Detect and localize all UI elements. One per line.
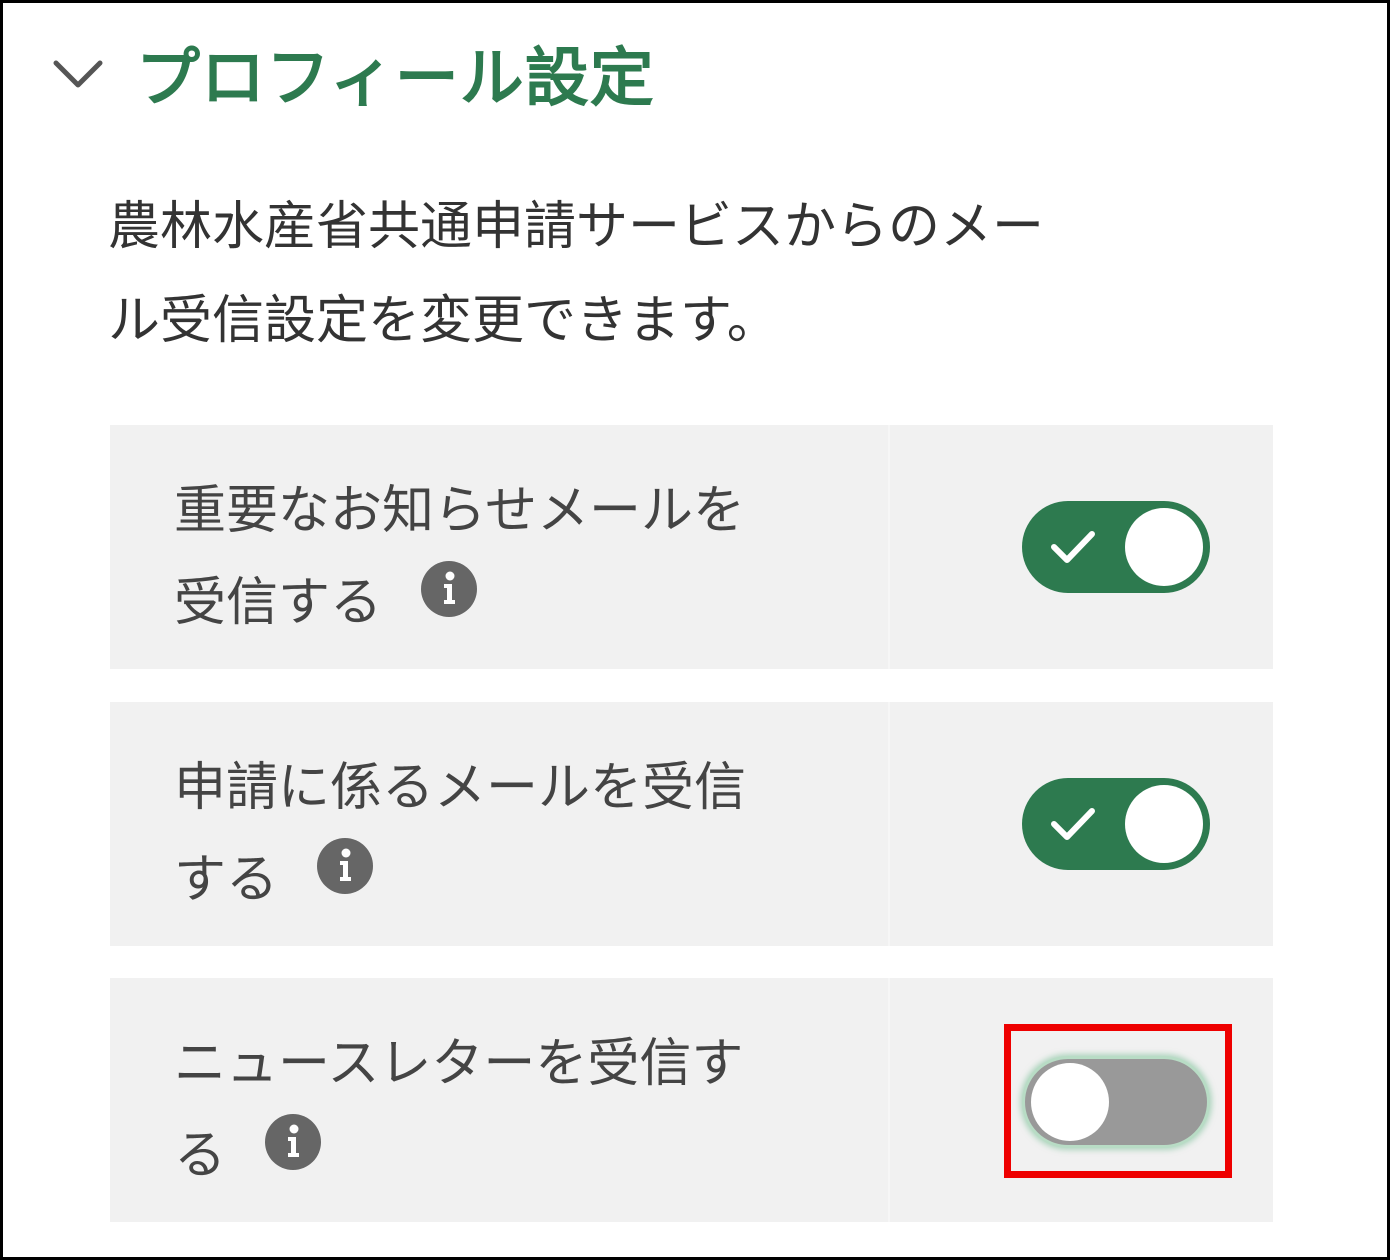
setting-label: ニュースレターを受信す (174, 1034, 744, 1094)
setting-label-line2: する (174, 850, 279, 910)
toggle-knob (1125, 508, 1203, 586)
info-icon[interactable] (316, 832, 374, 924)
info-icon[interactable] (420, 555, 478, 647)
section-title: プロフィール設定 (136, 42, 655, 116)
chevron-down-icon[interactable] (48, 43, 108, 103)
check-icon (1051, 808, 1095, 840)
info-icon[interactable] (264, 1108, 322, 1200)
setting-toggle-cell (890, 978, 1273, 1222)
toggle-knob (1031, 1063, 1109, 1141)
setting-label-cell: 重要なお知らせメールを 受信する (110, 425, 890, 669)
description-line: ル受信設定を変更できます。 (108, 291, 779, 351)
setting-label-line2: る (174, 1126, 227, 1186)
application-mail-toggle[interactable] (1022, 778, 1210, 870)
setting-row-application-mail: 申請に係るメールを受信 する (110, 702, 1273, 946)
setting-label-cell: 申請に係るメールを受信 する (110, 702, 890, 946)
setting-label-line2: 受信する (174, 573, 383, 633)
setting-row-newsletter: ニュースレターを受信す る (110, 978, 1273, 1222)
section-description: 農林水産省共通申請サービスからのメー ル受信設定を変更できます。 (108, 180, 1258, 368)
newsletter-toggle[interactable] (1022, 1056, 1210, 1148)
setting-label: 重要なお知らせメールを (174, 481, 745, 541)
section-header[interactable]: プロフィール設定 (48, 28, 655, 118)
check-icon (1051, 531, 1095, 563)
setting-toggle-cell (890, 702, 1273, 946)
setting-label-cell: ニュースレターを受信す る (110, 978, 890, 1222)
setting-label: 申請に係るメールを受信 (174, 758, 747, 818)
description-line: 農林水産省共通申請サービスからのメー (108, 197, 1045, 257)
important-notices-toggle[interactable] (1022, 501, 1210, 593)
setting-toggle-cell (890, 425, 1273, 669)
toggle-knob (1125, 785, 1203, 863)
setting-row-important-notices: 重要なお知らせメールを 受信する (110, 425, 1273, 669)
